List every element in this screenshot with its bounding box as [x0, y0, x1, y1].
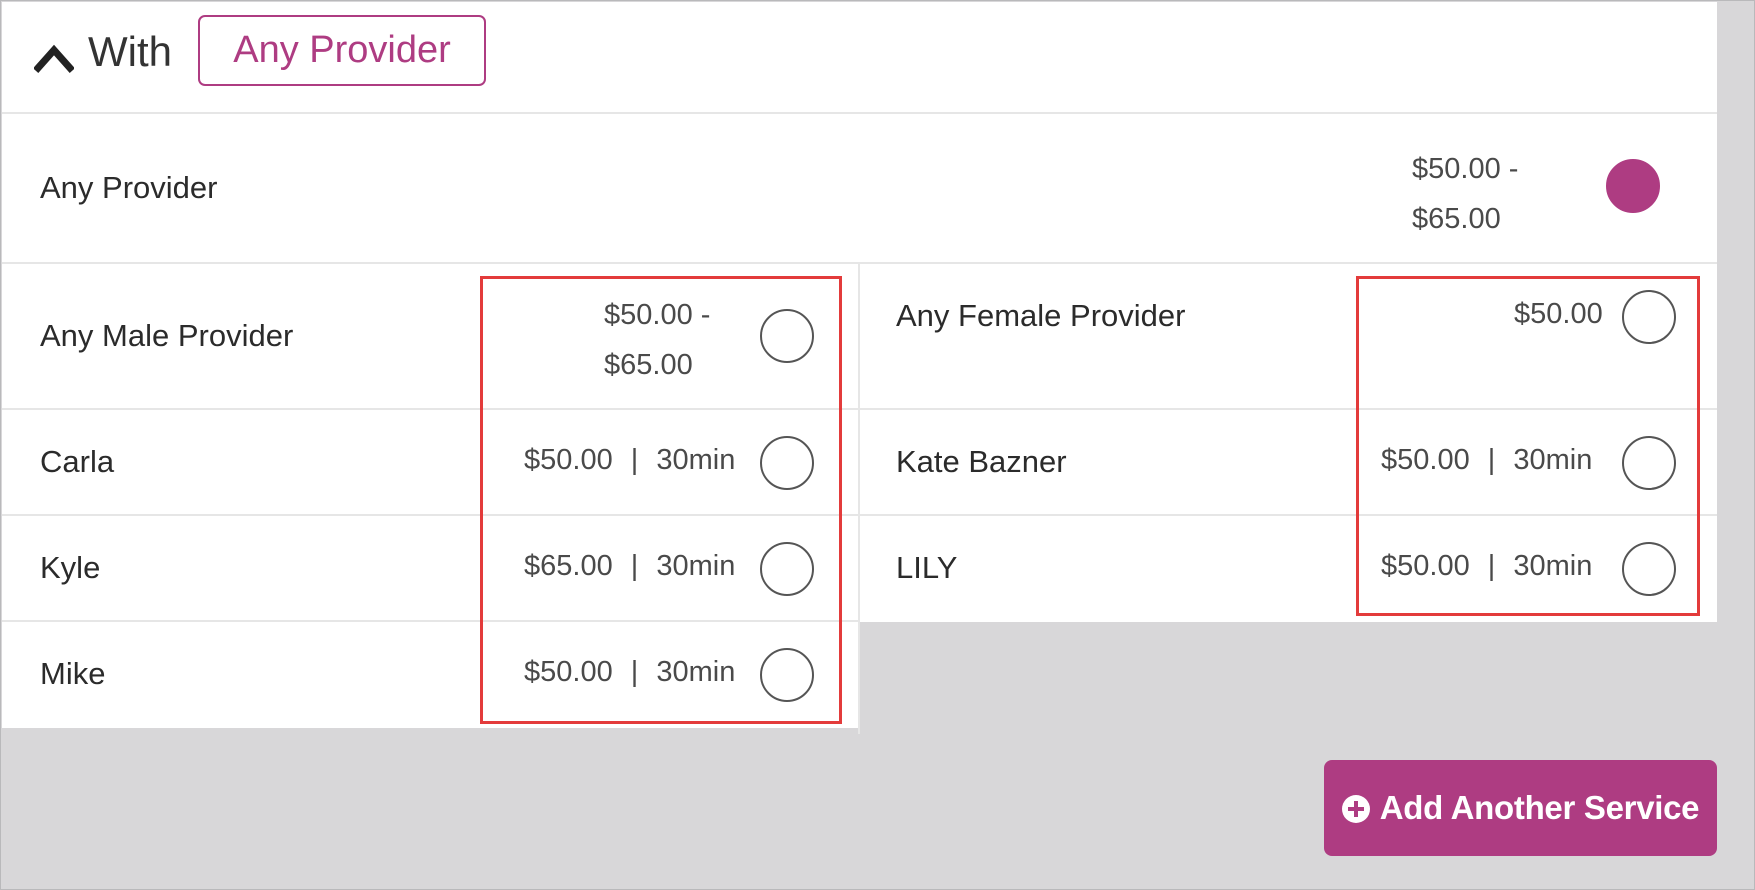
male-providers-column: Any Male Provider $50.00 - $65.00 Carla …	[2, 264, 858, 728]
provider-option-mike[interactable]: Mike $50.00 | 30min	[2, 622, 858, 728]
female-providers-column: Any Female Provider $50.00 Kate Bazner $…	[860, 264, 1717, 622]
provider-name: Kate Bazner	[896, 444, 1067, 479]
duration: 30min	[656, 444, 736, 476]
separator: |	[630, 656, 639, 688]
add-button-label: Add Another Service	[1379, 789, 1700, 826]
radio-any-male-provider[interactable]	[760, 309, 814, 363]
plus-circle-icon	[1341, 795, 1370, 823]
provider-price-duration: $50.00 | 30min	[1381, 444, 1592, 477]
provider-option-any[interactable]: Any Provider $50.00 - $65.00	[2, 114, 1717, 264]
provider-option-kyle[interactable]: Kyle $65.00 | 30min	[2, 516, 858, 622]
provider-option-any-male[interactable]: Any Male Provider $50.00 - $65.00	[2, 264, 858, 410]
add-another-service-button[interactable]: Add Another Service	[1324, 760, 1717, 856]
separator: |	[630, 550, 639, 582]
separator: |	[630, 444, 639, 476]
provider-price-duration: $50.00 | 30min	[524, 656, 735, 689]
radio-kyle[interactable]	[760, 542, 814, 596]
price: $65.00	[524, 550, 613, 582]
separator: |	[1487, 444, 1496, 476]
price: $50.00	[1381, 444, 1470, 476]
price-line-2: $65.00	[604, 349, 693, 381]
price: $50.00	[1381, 550, 1470, 582]
duration: 30min	[1513, 550, 1593, 582]
radio-carla[interactable]	[760, 436, 814, 490]
radio-lily[interactable]	[1622, 542, 1676, 596]
provider-price-range: $50.00 - $65.00	[604, 290, 710, 390]
radio-mike[interactable]	[760, 648, 814, 702]
price-line-1: $50.00 -	[604, 299, 711, 331]
provider-name: Carla	[40, 444, 115, 479]
price-line-2: $65.00	[1412, 203, 1501, 235]
provider-name: Kyle	[40, 550, 101, 585]
price: $50.00	[524, 656, 613, 688]
provider-name: Mike	[40, 656, 106, 691]
selected-provider-pill[interactable]: Any Provider	[198, 15, 486, 86]
with-label: With	[88, 28, 172, 75]
price-line-1: $50.00 -	[1412, 153, 1519, 185]
provider-name: Any Provider	[40, 170, 218, 205]
provider-option-kate-bazner[interactable]: Kate Bazner $50.00 | 30min	[860, 410, 1717, 516]
provider-name: Any Male Provider	[40, 318, 294, 353]
radio-kate-bazner[interactable]	[1622, 436, 1676, 490]
provider-option-lily[interactable]: LILY $50.00 | 30min	[860, 516, 1717, 622]
radio-any-female-provider[interactable]	[1622, 290, 1676, 344]
duration: 30min	[656, 550, 736, 582]
provider-option-carla[interactable]: Carla $50.00 | 30min	[2, 410, 858, 516]
duration: 30min	[1513, 444, 1593, 476]
provider-price-duration: $50.00 | 30min	[1381, 550, 1592, 583]
provider-price: $50.00	[1514, 298, 1603, 330]
chevron-up-icon[interactable]	[34, 38, 74, 74]
duration: 30min	[656, 656, 736, 688]
price: $50.00	[524, 444, 613, 476]
provider-price-duration: $65.00 | 30min	[524, 550, 735, 583]
provider-section-header: With Any Provider	[2, 2, 1717, 114]
separator: |	[1487, 550, 1496, 582]
provider-price-duration: $50.00 | 30min	[524, 444, 735, 477]
provider-option-any-female[interactable]: Any Female Provider $50.00	[860, 264, 1717, 410]
provider-price-range: $50.00 - $65.00	[1412, 144, 1552, 244]
provider-name: Any Female Provider	[896, 298, 1186, 333]
radio-any-provider[interactable]	[1606, 159, 1660, 213]
provider-name: LILY	[896, 550, 958, 585]
